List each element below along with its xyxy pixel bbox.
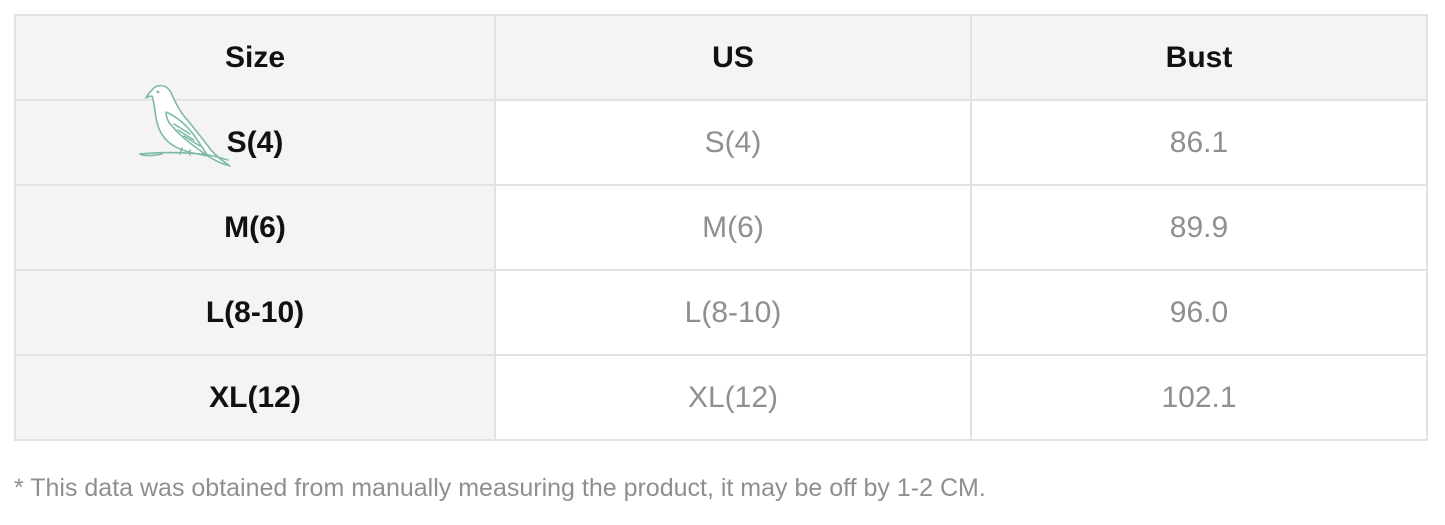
bust-cell: 96.0 (970, 269, 1428, 356)
header-us: US (494, 14, 972, 101)
size-cell: S(4) (14, 99, 496, 186)
bust-cell: 89.9 (970, 184, 1428, 271)
bird-icon (139, 84, 231, 167)
size-chart-table: Size US Bust S(4) S(4) 86.1 M(6) M(6) 89… (14, 14, 1428, 441)
header-bust: Bust (970, 14, 1428, 101)
size-cell: M(6) (14, 184, 496, 271)
header-size: Size (14, 14, 496, 101)
table-row: XL(12) XL(12) 102.1 (14, 354, 1428, 441)
us-cell: S(4) (494, 99, 972, 186)
size-cell: L(8-10) (14, 269, 496, 356)
us-cell: M(6) (494, 184, 972, 271)
bust-cell: 102.1 (970, 354, 1428, 441)
measurement-disclaimer: * This data was obtained from manually m… (14, 474, 986, 502)
table-row: M(6) M(6) 89.9 (14, 184, 1428, 271)
table-row: L(8-10) L(8-10) 96.0 (14, 269, 1428, 356)
us-cell: XL(12) (494, 354, 972, 441)
size-cell: XL(12) (14, 354, 496, 441)
us-cell: L(8-10) (494, 269, 972, 356)
bust-cell: 86.1 (970, 99, 1428, 186)
